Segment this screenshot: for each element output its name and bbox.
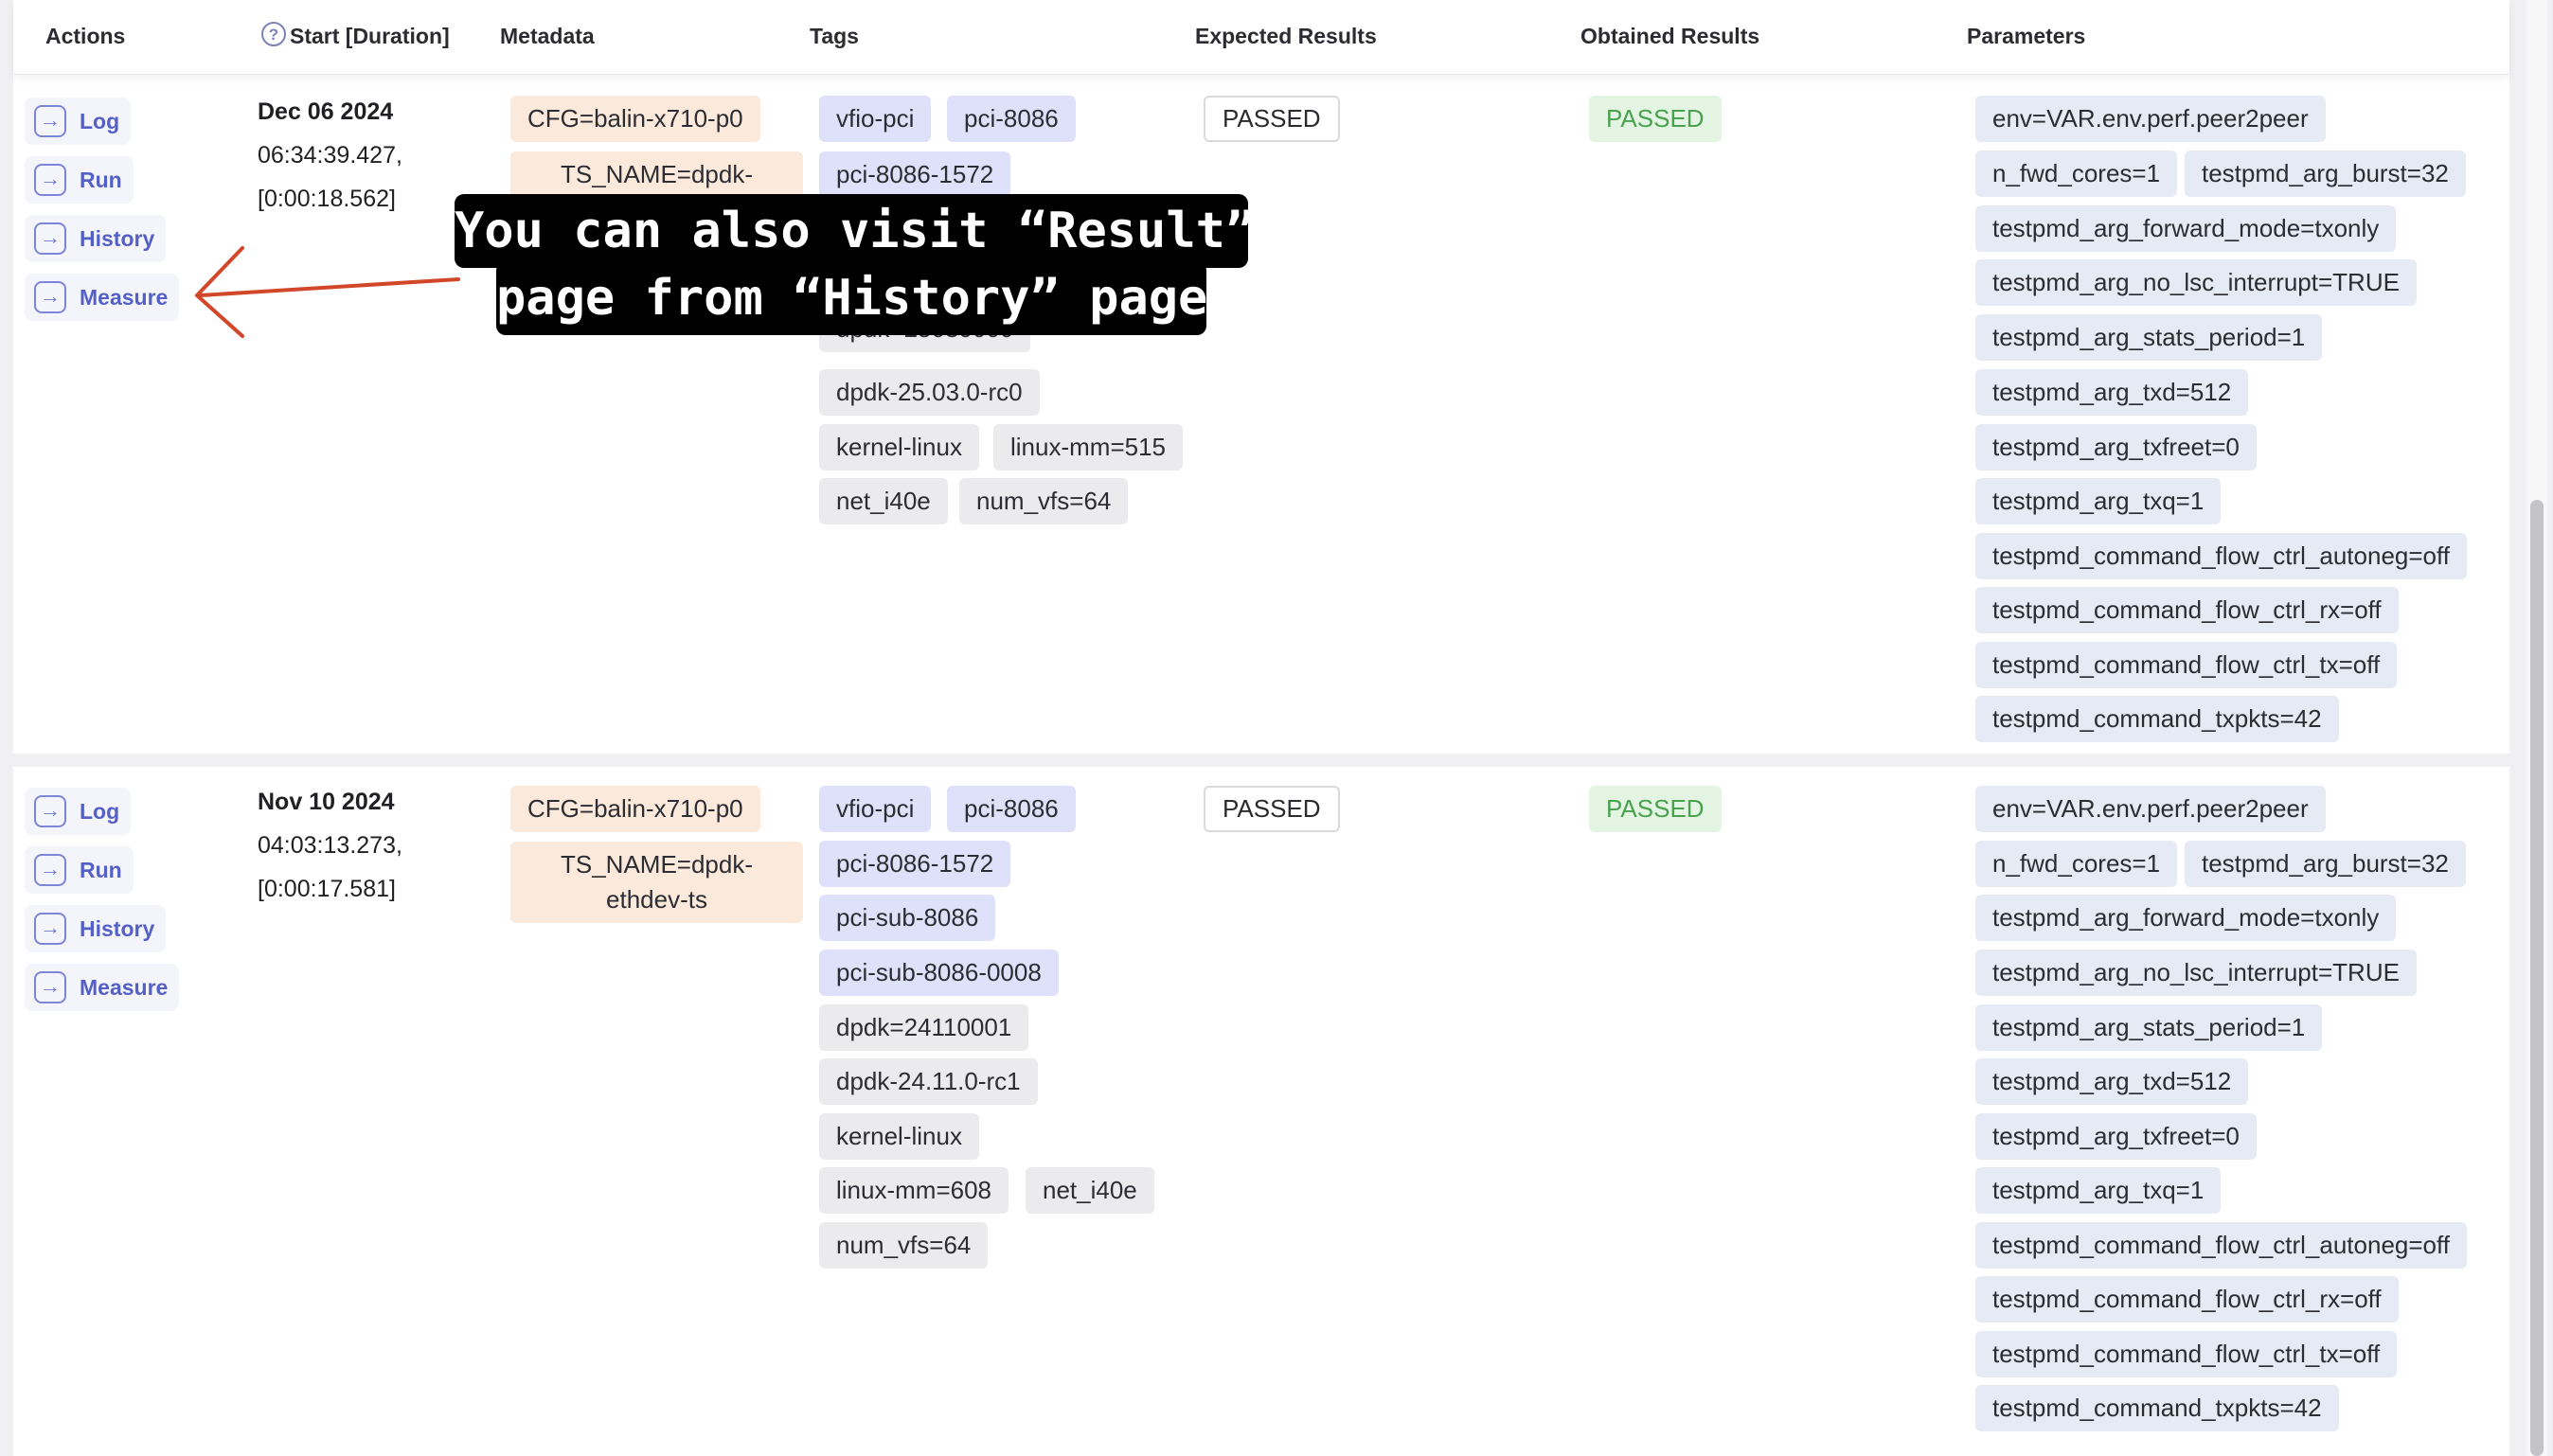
callout-arrow-icon — [195, 246, 460, 338]
callout-line-2: page from “History” page — [496, 261, 1207, 335]
callout-line-1: You can also visit “Result” — [455, 194, 1255, 268]
